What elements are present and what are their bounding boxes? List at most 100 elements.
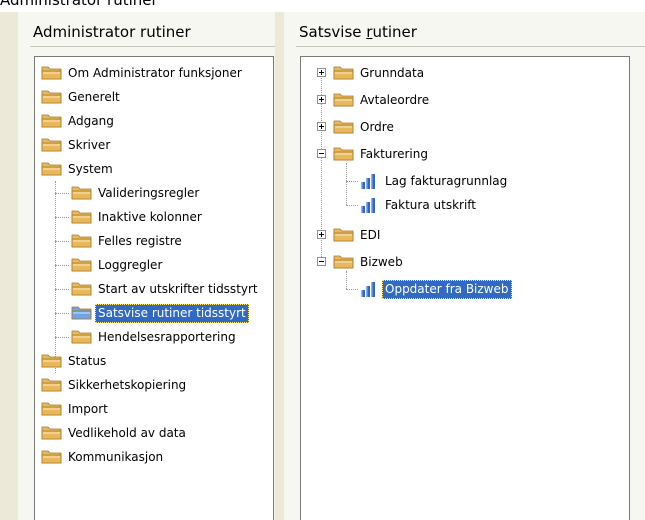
tree-item-label: Hendelsesrapportering	[98, 329, 236, 344]
tree-item-label: Skriver	[68, 137, 111, 152]
report-chart-icon	[358, 280, 380, 298]
tree-connector	[55, 241, 69, 242]
folder-icon	[39, 89, 65, 105]
tree-item-label: Start av utskrifter tidsstyrt	[98, 281, 258, 296]
batch-routines-group: Satsvise rutiner Grunndata Avtaleordre O…	[284, 12, 645, 520]
tree-connector	[346, 181, 358, 182]
tree-item-label: Valideringsregler	[98, 185, 200, 200]
tree-item-label: Inaktive kolonner	[98, 209, 202, 224]
tree-item-valideringsregler[interactable]: Valideringsregler	[69, 181, 202, 205]
tree-item-label: Vedlikehold av data	[68, 425, 186, 440]
tree-item-label: EDI	[360, 227, 381, 242]
tree-item-label: Faktura utskrift	[385, 197, 477, 212]
title-divider	[296, 46, 645, 47]
expand-plus-icon[interactable]	[317, 230, 326, 239]
tree-item-fakturering[interactable]: Fakturering	[331, 142, 431, 166]
folder-icon	[39, 425, 65, 441]
tree-item-bizweb[interactable]: Bizweb	[331, 250, 406, 274]
title-text-end: utiner	[372, 23, 417, 41]
tree-item-label: Avtaleordre	[360, 92, 430, 107]
tree-item-vedlikehold-av-data[interactable]: Vedlikehold av data	[39, 421, 189, 445]
folder-icon	[69, 209, 95, 225]
folder-icon	[39, 449, 65, 465]
tree-connector	[55, 265, 69, 266]
tree-item-sikkerhetskopiering[interactable]: Sikkerhetskopiering	[39, 373, 189, 397]
tree-item-label: Adgang	[68, 113, 114, 128]
folder-icon	[69, 233, 95, 249]
tree-connector	[55, 217, 69, 218]
report-chart-icon	[358, 172, 380, 190]
tree-item-label: Lag fakturagrunnlag	[385, 173, 508, 188]
tree-connector	[346, 205, 358, 206]
tree-item-skriver[interactable]: Skriver	[39, 133, 113, 157]
tree-item-satsvise-rutiner-tidsstyrt[interactable]: Satsvise rutiner tidsstyrt	[69, 301, 249, 325]
folder-icon	[39, 401, 65, 417]
tree-item-import[interactable]: Import	[39, 397, 111, 421]
tree-item-status[interactable]: Status	[39, 349, 109, 373]
folder-icon	[69, 329, 95, 345]
tree-item-oppdater-fra-bizweb[interactable]: Oppdater fra Bizweb	[358, 277, 512, 301]
tree-item-hendelsesrapportering[interactable]: Hendelsesrapportering	[69, 325, 239, 349]
folder-icon	[331, 146, 357, 162]
collapse-minus-icon[interactable]	[317, 149, 326, 158]
tree-item-label: Fakturering	[360, 146, 428, 161]
tree-item-label: System	[68, 161, 113, 176]
admin-routines-title: Administrator rutiner	[33, 23, 191, 41]
tree-item-loggregler[interactable]: Loggregler	[69, 253, 165, 277]
tree-item-generelt[interactable]: Generelt	[39, 85, 123, 109]
collapse-minus-icon[interactable]	[317, 257, 326, 266]
folder-icon	[39, 161, 65, 177]
title-divider	[30, 46, 275, 47]
expand-plus-icon[interactable]	[317, 122, 326, 131]
expand-plus-icon[interactable]	[317, 68, 326, 77]
tree-item-label: Generelt	[68, 89, 120, 104]
tree-item-edi[interactable]: EDI	[331, 223, 383, 247]
tree-item-om-administrator[interactable]: Om Administrator funksjoner	[39, 61, 245, 85]
tree-item-label: Oppdater fra Bizweb	[382, 279, 512, 299]
tree-item-felles-registre[interactable]: Felles registre	[69, 229, 185, 253]
tree-item-faktura-utskrift[interactable]: Faktura utskrift	[358, 193, 479, 217]
tree-item-label: Status	[68, 353, 107, 368]
tree-connector	[55, 181, 56, 373]
folder-icon	[331, 65, 357, 81]
tree-item-lag-fakturagrunnlag[interactable]: Lag fakturagrunnlag	[358, 169, 510, 193]
folder-icon	[331, 227, 357, 243]
tree-item-label: Om Administrator funksjoner	[68, 65, 242, 80]
tree-connector	[346, 289, 358, 290]
tree-item-label: Import	[68, 401, 108, 416]
admin-routines-group: Administrator rutiner Om Administrator f…	[18, 12, 275, 520]
top-cut-text: Administrator rutiner	[0, 0, 158, 9]
tree-item-start-av-utskrifter[interactable]: Start av utskrifter tidsstyrt	[69, 277, 261, 301]
batch-routines-title: Satsvise rutiner	[299, 23, 417, 41]
tree-item-adgang[interactable]: Adgang	[39, 109, 117, 133]
tree-item-inaktive-kolonner[interactable]: Inaktive kolonner	[69, 205, 205, 229]
tree-item-system[interactable]: System	[39, 157, 116, 181]
tree-connector	[55, 313, 69, 314]
folder-icon	[331, 254, 357, 270]
tree-item-ordre[interactable]: Ordre	[331, 115, 397, 139]
expand-plus-icon[interactable]	[317, 95, 326, 104]
tree-item-label: Felles registre	[98, 233, 182, 248]
tree-item-label: Ordre	[360, 119, 394, 134]
title-text-start: Satsvise	[299, 23, 367, 41]
tree-item-avtaleordre[interactable]: Avtaleordre	[331, 88, 432, 112]
tree-item-label: Grunndata	[360, 65, 425, 80]
folder-icon	[39, 137, 65, 153]
folder-icon	[69, 257, 95, 273]
admin-routines-tree[interactable]: Om Administrator funksjoner Generelt Adg…	[34, 56, 274, 520]
folder-icon	[331, 119, 357, 135]
batch-routines-tree[interactable]: Grunndata Avtaleordre Ordre Fakturering …	[300, 56, 630, 520]
folder-icon	[39, 65, 65, 81]
tree-item-label: Bizweb	[360, 254, 403, 269]
tree-item-label: Satsvise rutiner tidsstyrt	[95, 303, 249, 323]
tree-item-label: Kommunikasjon	[68, 449, 164, 464]
folder-icon	[69, 281, 95, 297]
tree-connector	[346, 163, 347, 205]
tree-connector	[55, 337, 69, 338]
folder-icon	[69, 305, 95, 321]
folder-icon	[39, 113, 65, 129]
tree-item-kommunikasjon[interactable]: Kommunikasjon	[39, 445, 166, 469]
tree-connector	[55, 289, 69, 290]
tree-item-grunndata[interactable]: Grunndata	[331, 61, 427, 85]
folder-icon	[39, 377, 65, 393]
